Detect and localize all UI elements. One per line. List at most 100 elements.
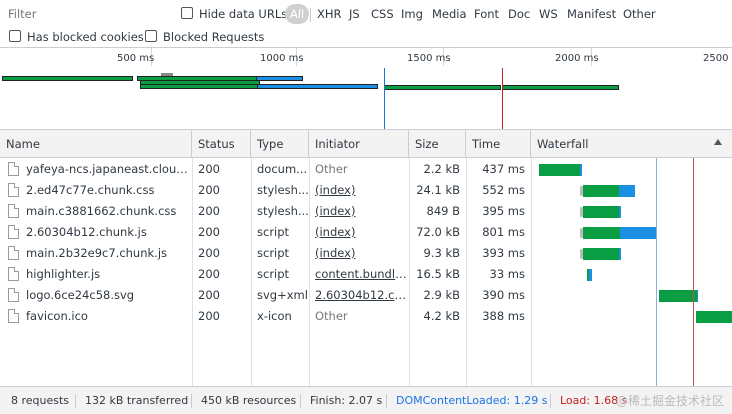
overview-tick-1500: 1500 ms <box>407 53 451 64</box>
col-header-name[interactable]: Name <box>0 130 192 158</box>
status-requests-count: 8 requests <box>11 394 70 407</box>
blocked-requests-checkbox[interactable] <box>145 30 157 42</box>
waterfall-load-line <box>693 158 694 386</box>
watermark: @稀土掘金技术社区 <box>615 394 724 408</box>
stylesheet-icon <box>8 183 19 197</box>
request-initiator-link[interactable]: (index) <box>309 222 409 243</box>
type-filter-manifest[interactable]: Manifest <box>567 7 616 21</box>
waterfall-bar-download[interactable] <box>697 290 698 302</box>
table-row[interactable]: main.c3881662.chunk.css 200 stylesh... (… <box>0 201 732 222</box>
col-header-time[interactable]: Time <box>466 130 531 158</box>
timeline-overview[interactable]: 500 ms 1000 ms 1500 ms 2000 ms 2500 <box>0 48 732 130</box>
waterfall-bar-waiting[interactable] <box>583 185 619 197</box>
request-size: 2.9 kB <box>423 288 461 302</box>
request-status: 200 <box>198 183 220 197</box>
type-filter-all[interactable]: All <box>285 4 310 24</box>
type-filter-other[interactable]: Other <box>623 7 656 21</box>
waterfall-domcontentloaded-line <box>656 158 657 386</box>
type-filter-font[interactable]: Font <box>474 7 499 21</box>
request-type: x-icon <box>257 309 292 323</box>
status-separator <box>550 394 551 408</box>
waterfall-bar-waiting[interactable] <box>583 227 620 239</box>
request-name[interactable]: favicon.ico <box>20 306 192 327</box>
col-header-status[interactable]: Status <box>192 130 251 158</box>
request-initiator-link[interactable]: content.bundle... <box>309 264 409 285</box>
request-size: 4.2 kB <box>423 309 461 323</box>
waterfall-bar-download[interactable] <box>589 269 592 281</box>
request-time: 395 ms <box>482 204 525 218</box>
type-separator <box>310 8 311 22</box>
waterfall-bar-download[interactable] <box>620 227 657 239</box>
request-time: 390 ms <box>482 288 525 302</box>
overview-tick-1000: 1000 ms <box>260 53 304 64</box>
request-name[interactable]: main.2b32e9c7.chunk.js <box>20 243 192 264</box>
col-header-type[interactable]: Type <box>251 130 309 158</box>
table-row[interactable]: logo.6ce24c58.svg 200 svg+xml 2.60304b12… <box>0 285 732 306</box>
col-header-initiator[interactable]: Initiator <box>309 130 409 158</box>
request-type: stylesh... <box>257 204 309 218</box>
filter-input[interactable] <box>3 4 175 24</box>
table-row[interactable]: main.2b32e9c7.chunk.js 200 script (index… <box>0 243 732 264</box>
waterfall-bar-waiting[interactable] <box>583 206 619 218</box>
table-row[interactable]: 2.60304b12.chunk.js 200 script (index) 7… <box>0 222 732 243</box>
col-header-size[interactable]: Size <box>409 130 466 158</box>
request-status: 200 <box>198 267 220 281</box>
request-name[interactable]: 2.60304b12.chunk.js <box>20 222 192 243</box>
request-initiator-link[interactable]: (index) <box>309 243 409 264</box>
request-status: 200 <box>198 309 220 323</box>
col-header-waterfall[interactable]: Waterfall <box>531 130 732 158</box>
document-icon <box>8 309 19 323</box>
request-name[interactable]: main.c3881662.chunk.css <box>20 201 192 222</box>
request-initiator: Other <box>315 309 348 323</box>
request-name[interactable]: highlighter.js <box>20 264 192 285</box>
filter-bar: Hide data URLs All XHR JS CSS Img Media … <box>0 0 732 48</box>
request-size: 16.5 kB <box>416 267 460 281</box>
overview-bar <box>384 85 501 90</box>
type-filter-js[interactable]: JS <box>349 7 360 21</box>
type-filter-doc[interactable]: Doc <box>508 7 530 21</box>
table-row[interactable]: highlighter.js 200 script content.bundle… <box>0 264 732 285</box>
type-filter-ws[interactable]: WS <box>539 7 558 21</box>
request-type: script <box>257 246 290 260</box>
image-icon <box>8 288 19 302</box>
waterfall-bar-download[interactable] <box>580 164 582 176</box>
sort-ascending-icon <box>714 139 722 145</box>
type-filter-media[interactable]: Media <box>432 7 467 21</box>
overview-bar <box>140 84 258 89</box>
hide-data-urls-checkbox[interactable] <box>181 7 193 19</box>
overview-bar <box>502 85 619 90</box>
type-filter-img[interactable]: Img <box>401 7 423 21</box>
request-status: 200 <box>198 288 220 302</box>
waterfall-bar-waiting[interactable] <box>696 311 732 323</box>
status-transferred: 132 kB transferred <box>85 394 189 407</box>
table-row[interactable]: favicon.ico 200 x-icon Other 4.2 kB 388 … <box>0 306 732 327</box>
request-name[interactable]: yafeya-ncs.japaneast.clouda... <box>20 159 192 180</box>
status-bar: 8 requests 132 kB transferred 450 kB res… <box>0 386 732 414</box>
has-blocked-cookies-checkbox[interactable] <box>9 30 21 42</box>
script-icon <box>8 246 19 260</box>
request-initiator-link[interactable]: (index) <box>309 201 409 222</box>
request-name[interactable]: 2.ed47c77e.chunk.css <box>20 180 192 201</box>
request-size: 849 B <box>426 204 461 218</box>
waterfall-bar-waiting[interactable] <box>539 164 580 176</box>
script-icon <box>8 267 19 281</box>
request-initiator-link[interactable]: 2.60304b12.ch... <box>309 285 409 306</box>
waterfall-bar-download[interactable] <box>619 206 621 218</box>
waterfall-bar-waiting[interactable] <box>583 248 619 260</box>
request-status: 200 <box>198 225 220 239</box>
waterfall-bar-download[interactable] <box>619 185 635 197</box>
request-type: script <box>257 267 290 281</box>
col-header-waterfall-label: Waterfall <box>537 137 589 151</box>
request-initiator-link[interactable]: (index) <box>309 180 409 201</box>
waterfall-bar-download[interactable] <box>619 248 621 260</box>
status-finish: Finish: 2.07 s <box>310 394 383 407</box>
type-filter-xhr[interactable]: XHR <box>317 7 342 21</box>
type-filter-css[interactable]: CSS <box>371 7 394 21</box>
request-type: svg+xml <box>257 288 308 302</box>
request-type: docum... <box>257 162 308 176</box>
request-name[interactable]: logo.6ce24c58.svg <box>20 285 192 306</box>
table-row[interactable]: 2.ed47c77e.chunk.css 200 stylesh... (ind… <box>0 180 732 201</box>
table-row[interactable]: yafeya-ncs.japaneast.clouda... 200 docum… <box>0 159 732 180</box>
waterfall-bar-waiting[interactable] <box>659 290 697 302</box>
status-separator <box>386 394 387 408</box>
